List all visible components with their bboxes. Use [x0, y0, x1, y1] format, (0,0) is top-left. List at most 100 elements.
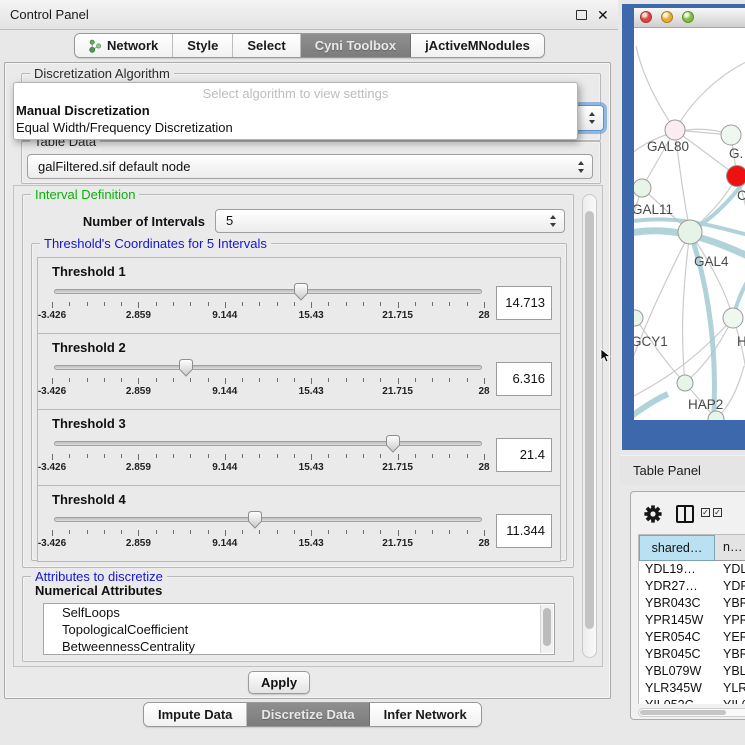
list-scrollbar[interactable]	[540, 605, 553, 653]
attribute-list-item[interactable]: TopologicalCoefficient	[44, 621, 554, 638]
mac-close-button[interactable]	[640, 11, 652, 23]
node-label: HAP2	[688, 397, 723, 412]
table-row[interactable]: YBR045CYBR0…	[639, 646, 745, 663]
table-row[interactable]: YDR27…YDR2…	[639, 578, 745, 595]
table-row[interactable]: YLR345WYLR3…	[639, 680, 745, 697]
slider-tick	[242, 530, 243, 534]
slider-thumb[interactable]	[247, 510, 264, 529]
network-node-h[interactable]	[723, 308, 743, 328]
table-row[interactable]: YBR043CYBR0…	[639, 595, 745, 612]
tab-impute-data[interactable]: Impute Data	[144, 703, 247, 726]
table-panel-title: Table Panel	[633, 456, 701, 485]
close-icon[interactable]: ✕	[597, 1, 609, 30]
cell-name: YER0…	[715, 629, 745, 646]
network-window-titlebar	[634, 8, 745, 28]
table-row[interactable]: YER054CYER0…	[639, 629, 745, 646]
number-of-intervals-row: Number of Intervals 5	[23, 209, 573, 233]
table-row[interactable]: YBL079WYBL0…	[639, 663, 745, 680]
network-node-gal11[interactable]	[634, 179, 651, 197]
slider-tick-label: 21.715	[382, 538, 413, 549]
mac-minimize-button[interactable]	[661, 11, 673, 23]
network-node-gal80[interactable]	[665, 120, 685, 140]
slider-tick-label: -3.426	[38, 310, 66, 321]
network-node-g[interactable]	[721, 125, 741, 145]
threshold-slider[interactable]: -3.4262.8599.14415.4321.71528	[52, 508, 484, 554]
numerical-attributes-heading: Numerical Attributes	[35, 583, 162, 598]
slider-thumb[interactable]	[177, 358, 194, 377]
slider-tick	[242, 378, 243, 382]
tab-cyni-toolbox[interactable]: Cyni Toolbox	[301, 34, 411, 57]
column-header-shared-name[interactable]: shared…	[639, 535, 715, 561]
network-node-gcy1[interactable]	[634, 310, 643, 326]
table-data-combobox[interactable]: galFiltered.sif default node	[27, 154, 593, 179]
slider-tick	[242, 302, 243, 306]
checkbox-icon[interactable]: ✓	[713, 508, 722, 517]
attribute-list-item[interactable]: BetweennessCentrality	[44, 638, 554, 655]
slider-tick	[449, 378, 450, 382]
numerical-attributes-list[interactable]: SelfLoopsTopologicalCoefficientBetweenne…	[43, 603, 555, 655]
table-row[interactable]: YPR145WYPR1…	[639, 612, 745, 629]
settings-gear-icon[interactable]	[643, 504, 663, 524]
network-canvas[interactable]: GAL80G.CGAL11GAL4GCY1HHAP2	[634, 28, 745, 420]
slider-tick	[449, 454, 450, 458]
slider-tick	[346, 378, 347, 382]
tab-infer-network[interactable]: Infer Network	[370, 703, 481, 726]
tab-discretize-data[interactable]: Discretize Data	[247, 703, 369, 726]
horizontal-scrollbar-thumb[interactable]	[640, 710, 726, 715]
mac-zoom-button[interactable]	[682, 11, 694, 23]
threshold-value-field[interactable]: 6.316	[496, 362, 552, 396]
horizontal-scrollbar[interactable]	[638, 708, 745, 717]
threshold-value-field[interactable]: 21.4	[496, 438, 552, 472]
vertical-scrollbar-thumb[interactable]	[585, 211, 594, 629]
split-columns-icon[interactable]	[676, 505, 694, 523]
slider-tick	[432, 530, 433, 534]
slider-tick-label: 2.859	[126, 462, 151, 473]
slider-tick	[52, 530, 53, 536]
popup-item[interactable]: Manual Discretization	[14, 102, 577, 119]
float-window-icon[interactable]	[576, 10, 587, 20]
attribute-list-item[interactable]: SelfLoops	[44, 604, 554, 621]
vertical-scrollbar[interactable]	[582, 194, 597, 658]
slider-tick-label: 21.715	[382, 386, 413, 397]
slider-track[interactable]	[54, 289, 482, 294]
popup-prompt-item[interactable]: Select algorithm to view settings	[14, 85, 577, 102]
network-node-hap2[interactable]	[677, 375, 693, 391]
threshold-panel: Threshold 4-3.4262.8599.14415.4321.71528…	[37, 485, 561, 562]
apply-button[interactable]: Apply	[248, 671, 310, 694]
slider-track[interactable]	[54, 441, 482, 446]
threshold-value-field[interactable]: 11.344	[496, 514, 552, 548]
slider-tick-label: 15.43	[299, 386, 324, 397]
tab-style[interactable]: Style	[173, 34, 233, 57]
network-node-c[interactable]	[727, 166, 745, 187]
cell-shared-name: YPR145W	[639, 612, 715, 629]
threshold-slider[interactable]: -3.4262.8599.14415.4321.71528	[52, 280, 484, 326]
threshold-value-field[interactable]: 14.713	[496, 286, 552, 320]
checkbox-icon[interactable]: ✓	[701, 508, 710, 517]
slider-thumb[interactable]	[385, 434, 402, 453]
slider-tick-label: 2.859	[126, 310, 151, 321]
slider-tick-label: 28	[478, 462, 489, 473]
table-row[interactable]: YIL052CYIL0…	[639, 697, 745, 704]
group-title: Discretization Algorithm	[30, 66, 174, 81]
slider-tick	[52, 378, 53, 384]
tab-select[interactable]: Select	[233, 34, 300, 57]
tab-jactivemnodules[interactable]: jActiveMNodules	[411, 34, 544, 57]
threshold-title: Threshold 4	[52, 492, 552, 507]
table-row[interactable]: YDL19…YDL1…	[639, 561, 745, 578]
threshold-slider[interactable]: -3.4262.8599.14415.4321.71528	[52, 432, 484, 478]
popup-item[interactable]: Equal Width/Frequency Discretization	[14, 119, 577, 136]
number-of-intervals-combobox[interactable]: 5	[215, 209, 565, 233]
threshold-slider[interactable]: -3.4262.8599.14415.4321.71528	[52, 356, 484, 402]
slider-track[interactable]	[54, 365, 482, 370]
tab-network[interactable]: Network	[75, 34, 173, 57]
list-scrollbar-thumb[interactable]	[543, 608, 551, 646]
column-header-name[interactable]: n…	[715, 535, 745, 561]
tab-label: Infer Network	[384, 707, 467, 722]
slider-tick	[484, 378, 485, 384]
slider-thumb[interactable]	[293, 282, 310, 301]
network-node-gal4[interactable]	[678, 220, 702, 244]
slider-tick	[190, 530, 191, 534]
slider-tick-label: 15.43	[299, 462, 324, 473]
slider-track[interactable]	[54, 517, 482, 522]
slider-tick	[52, 302, 53, 308]
